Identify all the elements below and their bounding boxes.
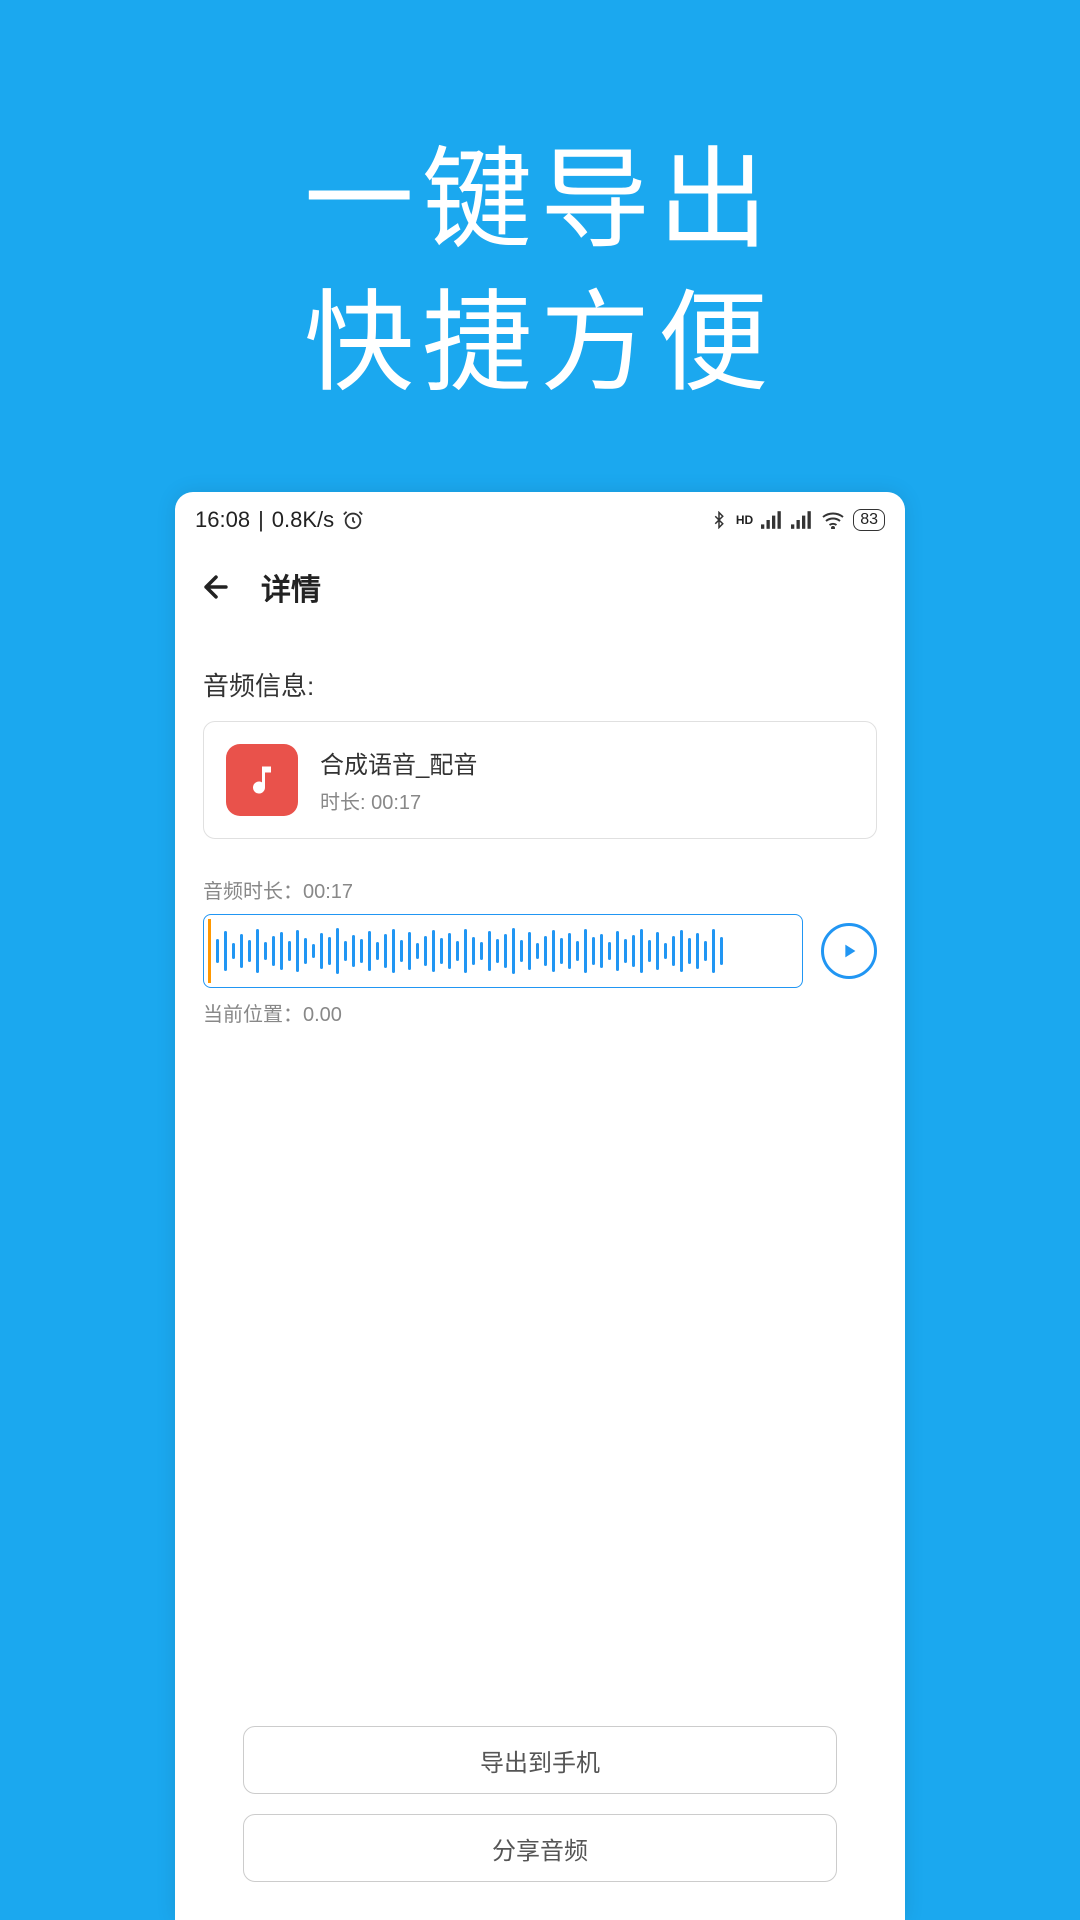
promo-line-1: 一键导出	[0, 130, 1080, 273]
hd-icon: HD	[736, 513, 753, 527]
promo-text: 一键导出 快捷方便	[0, 0, 1080, 416]
wave-cursor[interactable]	[208, 919, 211, 983]
alarm-icon	[342, 509, 364, 531]
promo-line-2: 快捷方便	[0, 273, 1080, 416]
phone-screenshot: 16:08 | 0.8K/s HD 83 详情 音频信息:	[175, 492, 905, 1920]
share-button[interactable]: 分享音频	[243, 1814, 837, 1882]
bluetooth-icon	[710, 511, 728, 529]
status-time: 16:08	[195, 507, 250, 533]
status-right: HD 83	[710, 509, 885, 531]
wave-position-label: 当前位置：0.00	[203, 998, 877, 1027]
audio-card[interactable]: 合成语音_配音 时长: 00:17	[203, 721, 877, 839]
battery-icon: 83	[853, 509, 885, 531]
waveform[interactable]	[203, 914, 803, 988]
export-button[interactable]: 导出到手机	[243, 1726, 837, 1794]
audio-duration: 时长: 00:17	[320, 786, 854, 815]
wave-duration-label: 音频时长：00:17	[203, 875, 877, 904]
status-divider: |	[258, 507, 264, 533]
music-note-icon	[226, 744, 298, 816]
signal-icon-2	[791, 511, 813, 529]
back-icon[interactable]	[199, 570, 233, 604]
status-left: 16:08 | 0.8K/s	[195, 507, 364, 533]
signal-icon-1	[761, 511, 783, 529]
status-bar: 16:08 | 0.8K/s HD 83	[175, 492, 905, 548]
play-icon	[838, 940, 860, 962]
bottom-buttons: 导出到手机 分享音频	[175, 1726, 905, 1920]
section-label-audio-info: 音频信息:	[203, 666, 877, 703]
status-speed: 0.8K/s	[272, 507, 334, 533]
wave-row	[203, 914, 877, 988]
content-area: 音频信息: 合成语音_配音 时长: 00:17 音频时长：00:17	[175, 666, 905, 1027]
page-title: 详情	[261, 565, 321, 609]
nav-bar: 详情	[175, 548, 905, 626]
play-button[interactable]	[821, 923, 877, 979]
audio-name: 合成语音_配音	[320, 745, 854, 780]
wifi-icon	[821, 511, 845, 529]
audio-info: 合成语音_配音 时长: 00:17	[320, 745, 854, 815]
